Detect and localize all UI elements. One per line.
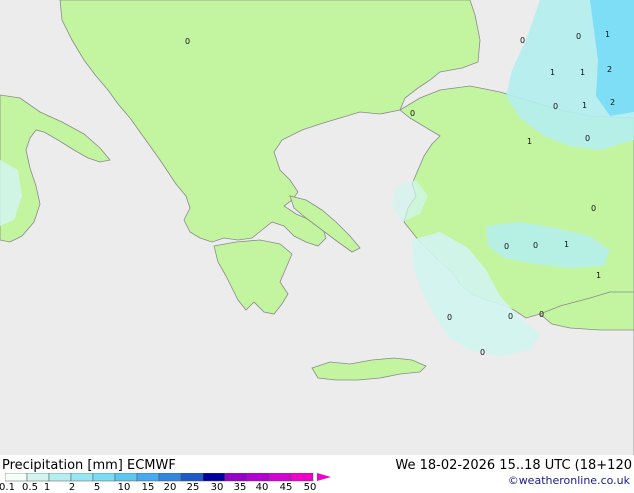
point-value: 0 <box>480 348 485 357</box>
point-value: 1 <box>582 101 587 110</box>
precipitation-map: 0 1 1 1 2 0 0 1 2 0 0 0 1 0 0 0 1 1 0 0 … <box>0 0 634 455</box>
scale-cell <box>202 473 226 482</box>
point-value: 0 <box>504 242 509 251</box>
scale-tick-label: 0.5 <box>22 482 38 493</box>
point-value: 2 <box>610 98 615 107</box>
point-value: 1 <box>550 68 555 77</box>
scale-cell <box>158 473 182 482</box>
scale-tick-label: 15 <box>141 482 155 493</box>
point-value: 0 <box>553 102 558 111</box>
scale-tick-label: 2 <box>68 482 76 493</box>
scale-tick-label: 30 <box>210 482 224 493</box>
point-value: 1 <box>605 30 610 39</box>
point-value: 0 <box>591 204 596 213</box>
scale-cell <box>180 473 204 482</box>
scale-cell <box>246 473 270 482</box>
scale-cell <box>268 473 292 482</box>
scale-tick-label: 5 <box>93 482 101 493</box>
scale-cell <box>48 473 72 482</box>
scale-cell <box>92 473 116 482</box>
point-value: 0 <box>185 37 190 46</box>
point-value: 0 <box>410 109 415 118</box>
scale-arrow <box>317 473 331 481</box>
point-value: 0 <box>447 313 452 322</box>
point-value: 2 <box>607 65 612 74</box>
point-value: 1 <box>564 240 569 249</box>
scale-cell <box>70 473 94 482</box>
map-footer: Precipitation [mm] ECMWF We 18-02-2026 1… <box>0 455 634 493</box>
point-value: 0 <box>520 36 525 45</box>
scale-cell <box>114 473 138 482</box>
scale-tick-label: 45 <box>279 482 293 493</box>
scale-tick-label: 50 <box>303 482 317 493</box>
point-value: 1 <box>580 68 585 77</box>
scale-cell <box>136 473 160 482</box>
point-value: 1 <box>596 271 601 280</box>
point-value: 0 <box>576 32 581 41</box>
point-value: 0 <box>539 310 544 319</box>
scale-tick-label: 25 <box>186 482 200 493</box>
point-value: 0 <box>585 134 590 143</box>
scale-tick-label: 1 <box>43 482 51 493</box>
point-value: 1 <box>527 137 532 146</box>
valid-time: We 18-02-2026 15..18 UTC (18+120 <box>395 458 632 473</box>
credit-link[interactable]: ©weatheronline.co.uk <box>508 474 630 487</box>
scale-cell <box>26 473 50 482</box>
scale-cell <box>290 473 314 482</box>
scale-cell <box>224 473 248 482</box>
map-title: Precipitation [mm] ECMWF <box>2 458 176 473</box>
point-value: 0 <box>533 241 538 250</box>
scale-tick-label: 20 <box>163 482 177 493</box>
map-canvas: 0 1 1 1 2 0 0 1 2 0 0 0 1 0 0 0 1 1 0 0 … <box>0 0 634 455</box>
scale-tick-label: 10 <box>117 482 131 493</box>
scale-tick-label: 35 <box>233 482 247 493</box>
scale-cell <box>5 473 28 482</box>
scale-tick-label: 40 <box>255 482 269 493</box>
scale-tick-label: 0.1 <box>0 482 15 493</box>
point-value: 0 <box>508 312 513 321</box>
